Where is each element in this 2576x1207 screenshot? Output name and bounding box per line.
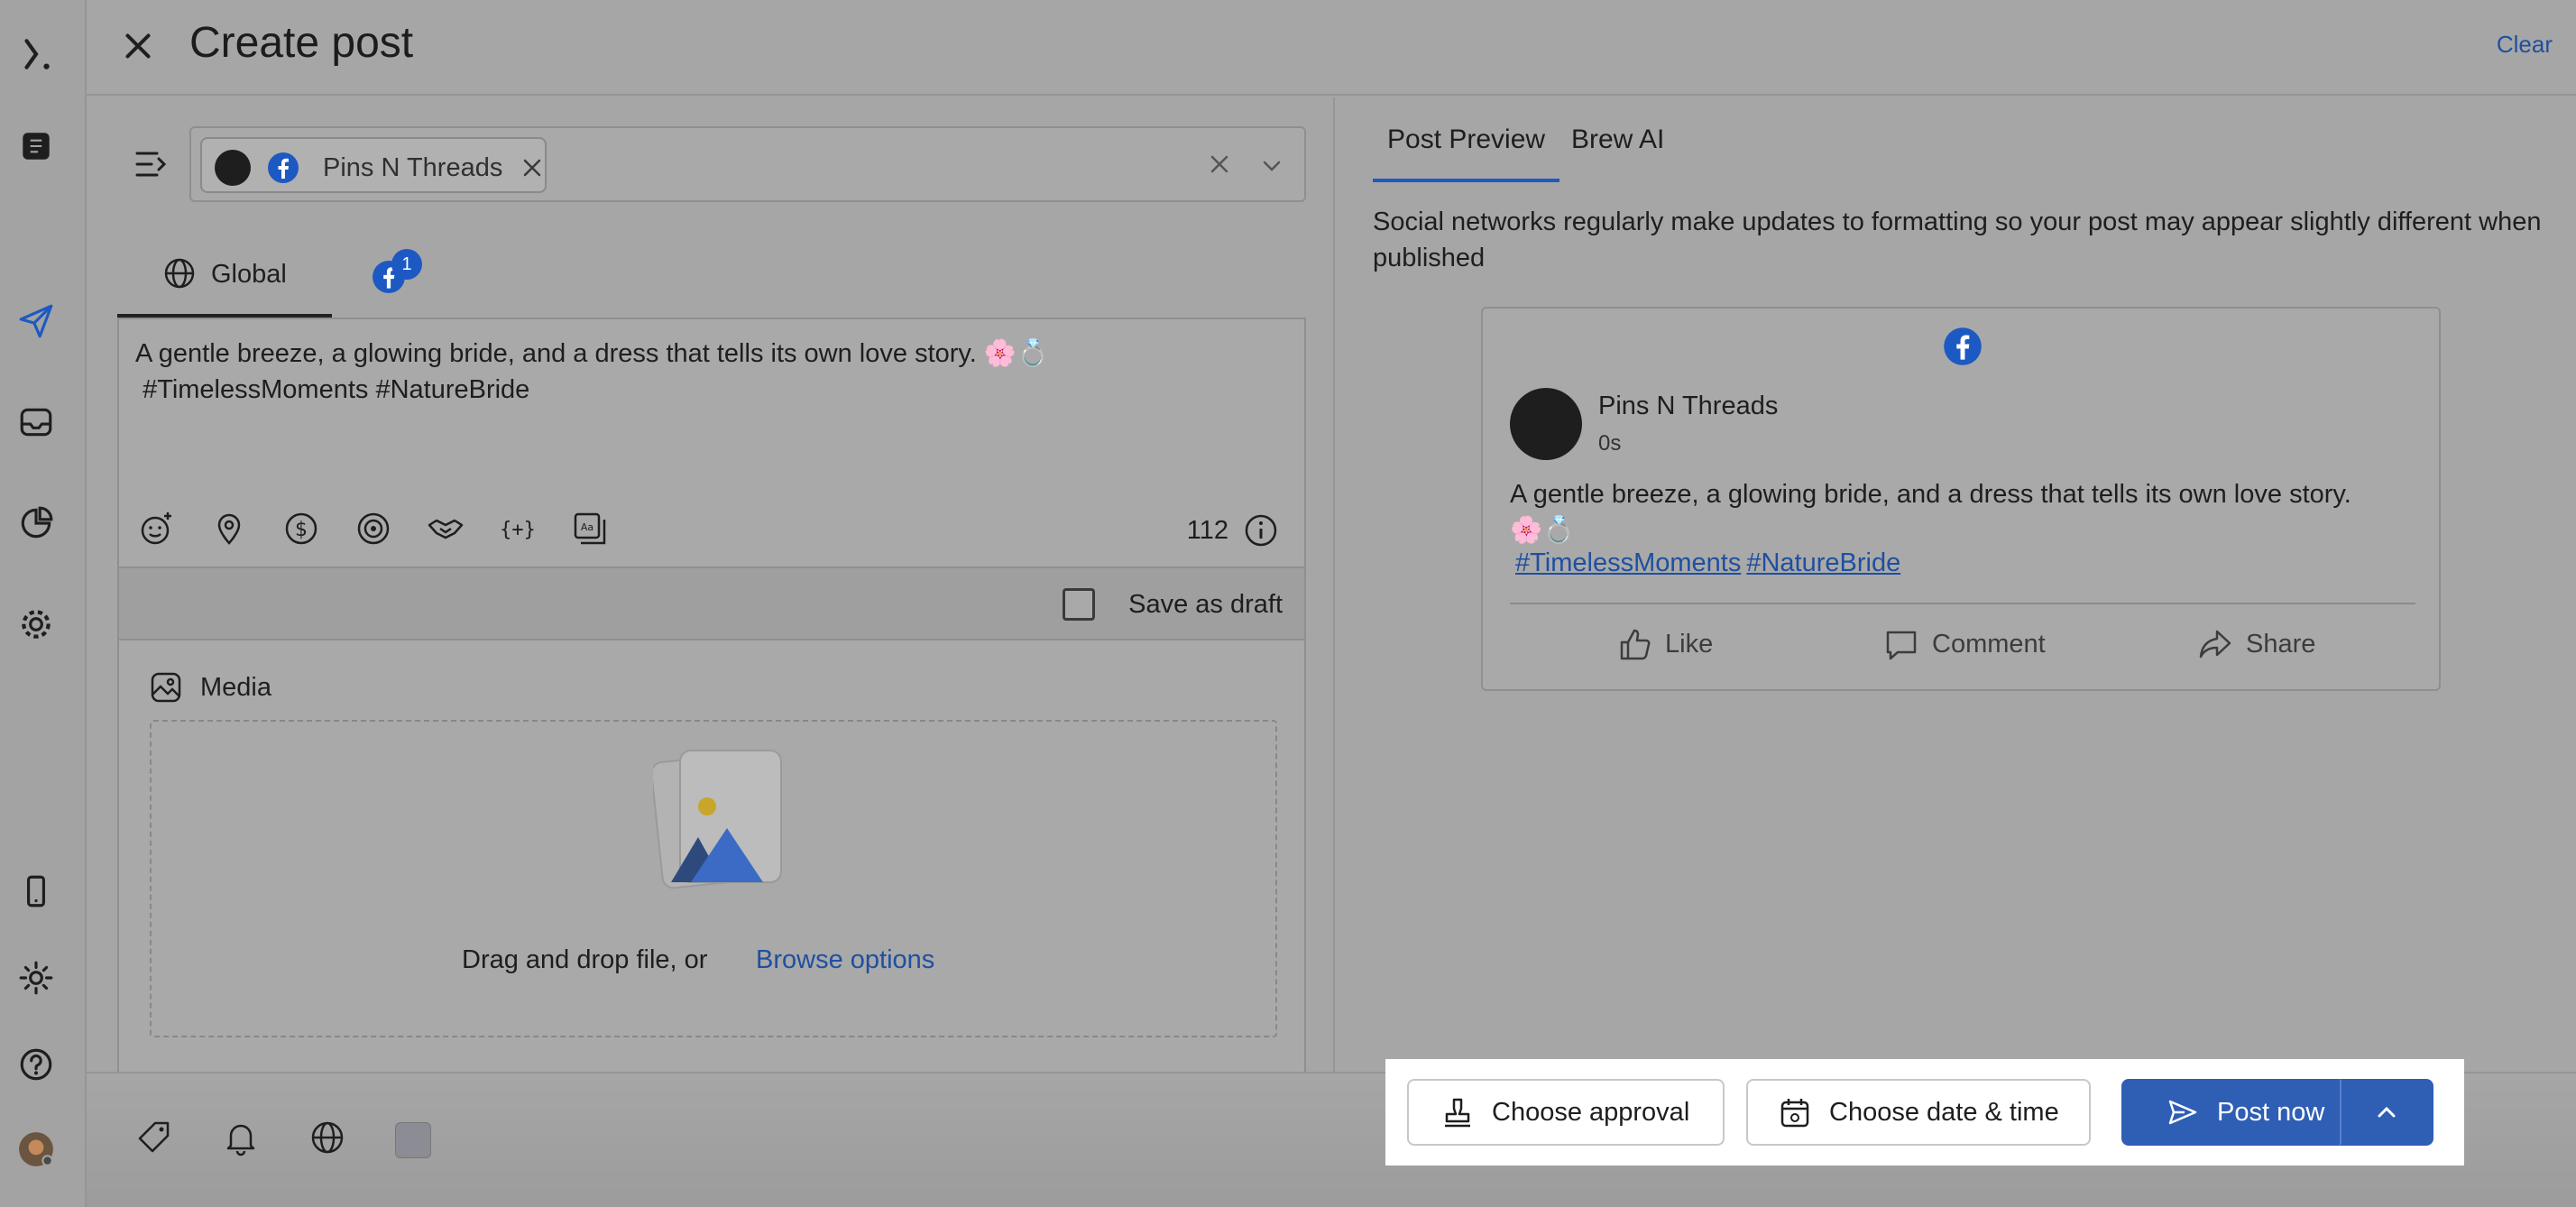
share-label: Share <box>2246 629 2316 659</box>
facebook-icon <box>1943 327 1983 366</box>
hashtag-link[interactable]: #TimelessMoments <box>1515 548 1741 577</box>
inbox-icon[interactable] <box>16 402 56 442</box>
brand-logo-icon[interactable] <box>16 34 56 74</box>
publish-actions: Choose approval Choose date & time Post … <box>1385 1059 2464 1166</box>
character-count: 112 <box>1186 516 1228 545</box>
browse-options-link[interactable]: Browse options <box>756 945 934 975</box>
header <box>87 0 2576 96</box>
dropzone-text: Drag and drop file, or <box>462 945 708 974</box>
mention-icon[interactable] <box>354 509 393 548</box>
choose-approval-button[interactable]: Choose approval <box>1407 1079 1725 1146</box>
profile-avatar <box>215 150 251 186</box>
chevron-up-icon <box>2378 1106 2396 1118</box>
variables-icon[interactable]: {+} <box>498 509 538 548</box>
media-dropzone[interactable]: Drag and drop file, or Browse options <box>150 720 1277 1037</box>
globe-icon <box>162 256 197 290</box>
network-tabs: Global 1 <box>117 236 1306 318</box>
profile-chip-label: Pins N Threads <box>323 153 503 182</box>
choose-date-time-button[interactable]: Choose date & time <box>1746 1079 2091 1146</box>
page-name: Pins N Threads <box>1598 392 1779 420</box>
clear-selection-icon[interactable] <box>1207 152 1232 177</box>
tab-global-label: Global <box>211 260 287 289</box>
tag-icon[interactable] <box>135 1119 173 1156</box>
tab-brew-ai[interactable]: Brew AI <box>1571 124 1664 182</box>
preview-column: Post Preview Brew AI Social networks reg… <box>1337 97 2576 1072</box>
help-icon[interactable] <box>16 1045 56 1084</box>
tab-facebook[interactable]: 1 <box>372 249 435 303</box>
share-action[interactable]: Share <box>2197 624 2315 664</box>
like-label: Like <box>1665 629 1714 659</box>
post-editor[interactable]: A gentle breeze, a glowing bride, and a … <box>117 318 1306 567</box>
facebook-icon <box>267 152 299 184</box>
post-options-toggle[interactable] <box>2340 1079 2433 1146</box>
media-label: Media <box>200 673 271 702</box>
preview-text: A gentle breeze, a glowing bride, and a … <box>1510 476 2421 548</box>
save-draft-label[interactable]: Save as draft <box>1128 590 1283 620</box>
media-section: Media Drag and drop file, or Browse opti… <box>117 640 1306 1073</box>
profile-chip[interactable]: Pins N Threads <box>200 137 547 193</box>
preview-text-line: A gentle breeze, a glowing bride, and a … <box>1510 480 2351 509</box>
location-icon[interactable] <box>209 509 249 548</box>
settings-icon[interactable] <box>16 604 56 644</box>
info-icon[interactable] <box>1243 512 1279 548</box>
clear-button[interactable]: Clear <box>2497 31 2553 59</box>
hashtag-link[interactable]: #NatureBride <box>1746 548 1900 577</box>
save-draft-row: Save as draft <box>117 567 1306 640</box>
post-time: 0s <box>1598 431 1622 456</box>
svg-text:Aa: Aa <box>581 521 593 533</box>
post-now-button[interactable]: Post now <box>2121 1079 2340 1146</box>
send-icon[interactable] <box>16 301 56 341</box>
analytics-icon[interactable] <box>16 503 56 543</box>
comment-label: Comment <box>1932 629 2046 659</box>
close-icon[interactable] <box>117 25 159 67</box>
mobile-icon[interactable] <box>16 871 56 911</box>
preview-text-line: 🌸💍 <box>1510 516 1576 545</box>
like-action[interactable]: Like <box>1616 624 1713 664</box>
page-avatar <box>1510 388 1582 460</box>
notification-badge: 1 <box>391 249 422 280</box>
post-text-input[interactable]: A gentle breeze, a glowing bride, and a … <box>135 336 1290 408</box>
facebook-preview-card: Pins N Threads 0s A gentle breeze, a glo… <box>1481 307 2441 691</box>
choose-approval-label: Choose approval <box>1492 1097 1690 1127</box>
globe-icon[interactable] <box>308 1119 346 1156</box>
bell-icon[interactable] <box>222 1119 260 1156</box>
svg-text:$: $ <box>295 519 308 541</box>
svg-text:{+}: {+} <box>500 519 536 541</box>
emoji-icon[interactable] <box>137 509 177 548</box>
profile-select[interactable]: Pins N Threads <box>189 126 1306 202</box>
chevron-down-icon[interactable] <box>1259 153 1284 179</box>
image-icon <box>150 671 182 704</box>
post-now-label: Post now <box>2217 1097 2325 1127</box>
save-draft-checkbox[interactable] <box>1063 588 1095 621</box>
comment-action[interactable]: Comment <box>1883 624 2046 664</box>
bottom-bar: Choose approval Choose date & time Post … <box>87 1059 2576 1207</box>
post-text-line: #TimelessMoments #NatureBride <box>135 375 530 404</box>
choose-date-time-label: Choose date & time <box>1829 1097 2059 1127</box>
left-rail <box>0 0 87 1207</box>
page-icon[interactable] <box>16 126 56 166</box>
preview-note: Social networks regularly make updates t… <box>1373 207 2542 272</box>
media-illustration-icon <box>650 747 787 891</box>
page-title: Create post <box>189 19 414 67</box>
color-swatch[interactable] <box>395 1122 431 1158</box>
tab-global[interactable]: Global <box>117 236 332 318</box>
ai-content-icon[interactable]: Aa <box>570 509 610 548</box>
collapse-menu-icon[interactable] <box>133 148 170 180</box>
handshake-icon[interactable] <box>426 509 465 548</box>
post-text-line: A gentle breeze, a glowing bride, and a … <box>135 339 1050 368</box>
user-avatar[interactable] <box>16 1129 56 1169</box>
tab-post-preview[interactable]: Post Preview <box>1373 124 1560 182</box>
remove-chip-icon[interactable] <box>521 157 543 179</box>
editor-toolbar: $ {+} Aa 112 <box>137 509 1292 554</box>
dollar-icon[interactable]: $ <box>281 509 321 548</box>
stamp-icon <box>1445 1098 1470 1128</box>
preview-hashtags: #TimelessMoments #NatureBride <box>1515 548 1906 578</box>
calendar-icon <box>1780 1099 1809 1128</box>
send-icon <box>2168 1100 2197 1125</box>
theme-icon[interactable] <box>16 958 56 998</box>
divider <box>1510 603 2415 604</box>
